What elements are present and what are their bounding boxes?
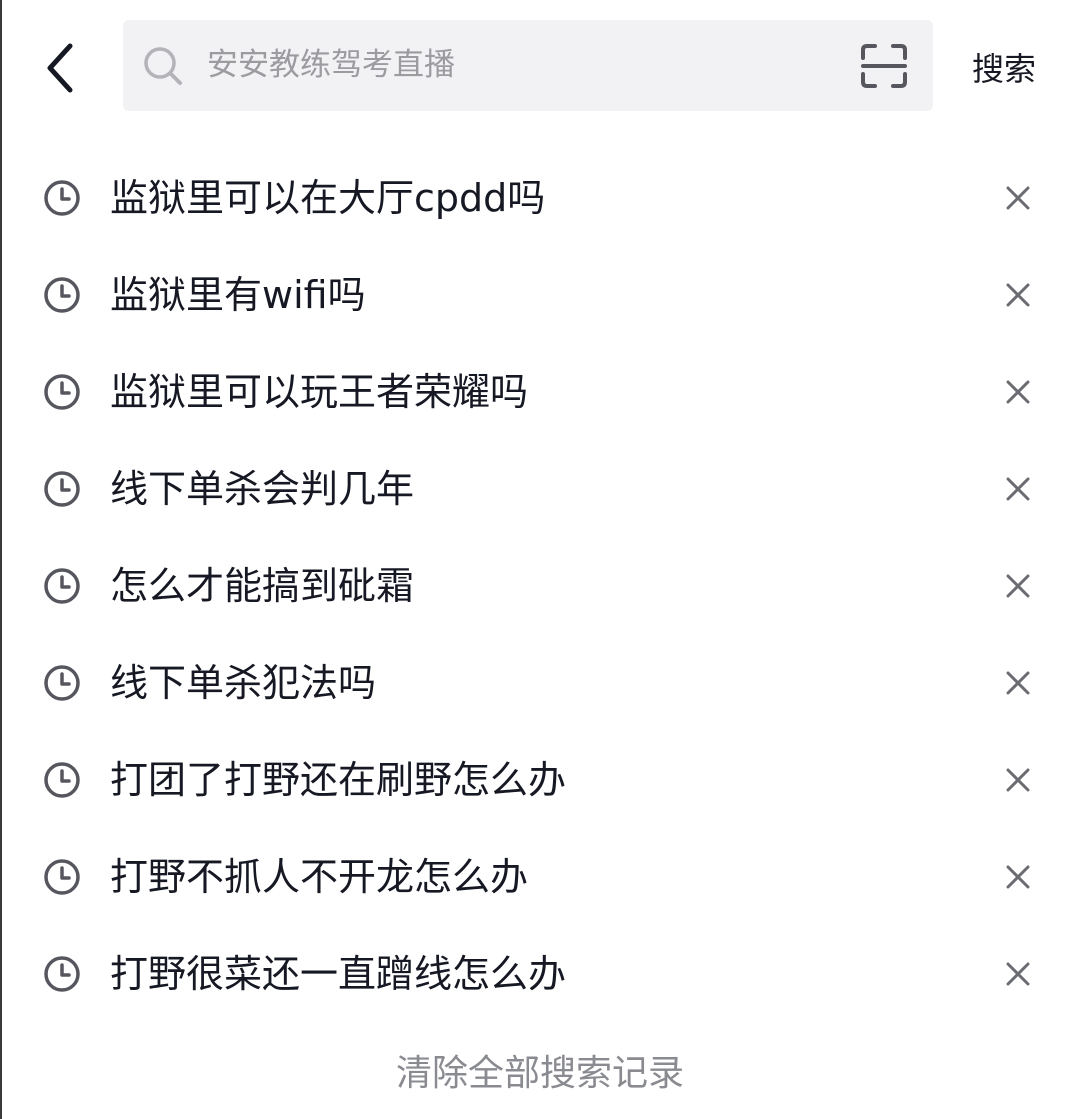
back-button[interactable] [30,36,90,100]
history-item[interactable]: 监狱里可以在大厅cpdd吗 [0,150,1080,247]
clock-icon [44,374,80,410]
history-item-text: 线下单杀会判几年 [110,467,415,511]
history-item[interactable]: 监狱里可以玩王者荣耀吗 [0,344,1080,441]
clock-icon [44,568,80,604]
clock-icon [44,762,80,798]
chevron-left-icon [47,43,73,93]
clock-icon [44,471,80,507]
clock-icon [44,277,80,313]
close-icon[interactable] [1000,374,1036,410]
clock-icon [44,665,80,701]
search-icon [144,47,182,85]
history-item[interactable]: 线下单杀犯法吗 [0,635,1080,732]
history-item-text: 监狱里可以玩王者荣耀吗 [110,370,529,414]
close-icon[interactable] [1000,859,1036,895]
history-item-text: 打团了打野还在刷野怎么办 [110,758,567,802]
close-icon[interactable] [1000,277,1036,313]
history-item-text: 监狱里可以在大厅cpdd吗 [110,176,546,220]
clock-icon [44,180,80,216]
search-box[interactable] [123,20,933,111]
clear-history-button[interactable]: 清除全部搜索记录 [0,1044,1080,1096]
history-item-text: 线下单杀犯法吗 [110,661,377,705]
history-item[interactable]: 打野很菜还一直蹭线怎么办 [0,926,1080,1023]
search-input[interactable] [207,40,827,90]
history-item[interactable]: 监狱里有wifi吗 [0,247,1080,344]
scan-icon[interactable] [859,42,909,90]
close-icon[interactable] [1000,762,1036,798]
search-history-list: 监狱里可以在大厅cpdd吗 监狱里有wifi吗监狱里可以玩王者荣耀吗 线下单杀会判几… [0,150,1080,1023]
history-item[interactable]: 线下单杀会判几年 [0,441,1080,538]
search-header: 搜索 [0,0,1080,136]
search-button[interactable]: 搜索 [972,44,1036,90]
history-item[interactable]: 打野不抓人不开龙怎么办 [0,829,1080,926]
close-icon[interactable] [1000,471,1036,507]
history-item[interactable]: 怎么才能搞到砒霜 [0,538,1080,635]
clock-icon [44,859,80,895]
history-item-text: 打野很菜还一直蹭线怎么办 [110,952,567,996]
close-icon[interactable] [1000,568,1036,604]
close-icon[interactable] [1000,180,1036,216]
history-item-text: 打野不抓人不开龙怎么办 [110,855,529,899]
history-item-text: 监狱里有wifi吗 [110,273,366,317]
clock-icon [44,956,80,992]
close-icon[interactable] [1000,956,1036,992]
close-icon[interactable] [1000,665,1036,701]
history-item-text: 怎么才能搞到砒霜 [110,564,415,608]
history-item[interactable]: 打团了打野还在刷野怎么办 [0,732,1080,829]
